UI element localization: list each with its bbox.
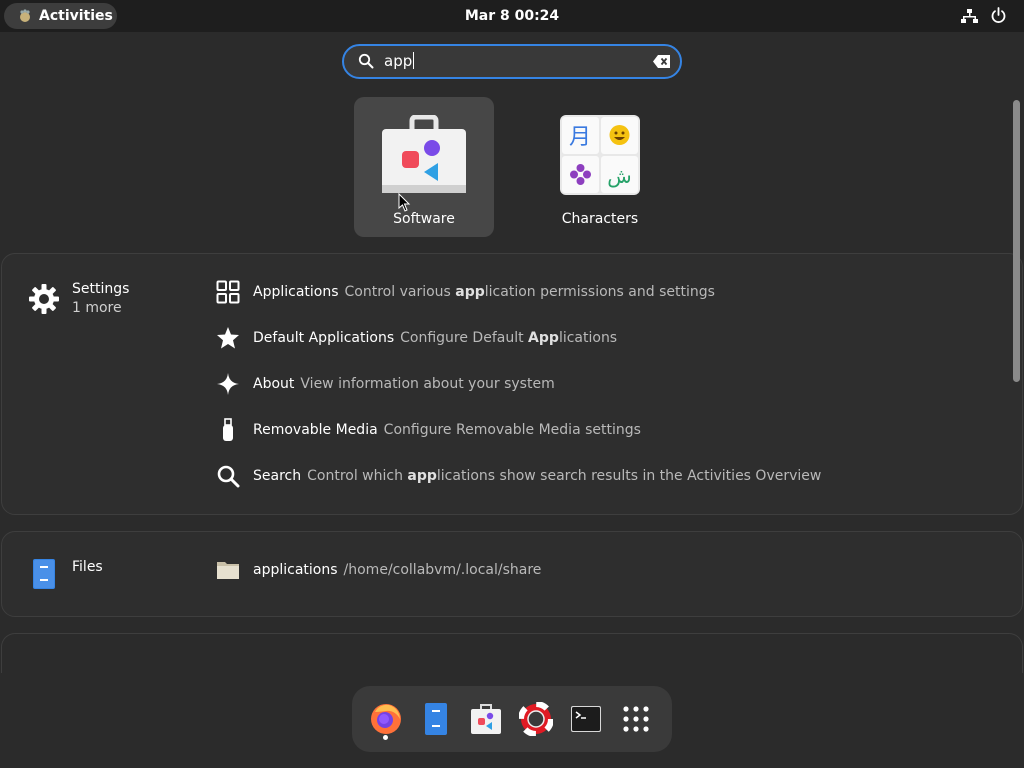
result-description: Control which applications show search r… bbox=[307, 468, 822, 484]
svg-text:月: 月 bbox=[569, 125, 591, 150]
search-input[interactable]: app bbox=[384, 52, 415, 70]
characters-icon: 月 ش bbox=[560, 115, 640, 195]
provider-more-count[interactable]: 1 more bbox=[72, 300, 122, 316]
clear-text-icon[interactable] bbox=[653, 54, 671, 69]
app-label: Characters bbox=[561, 211, 639, 227]
provider-name: Files bbox=[72, 559, 103, 575]
dash bbox=[352, 686, 672, 752]
result-default-applications[interactable]: Default Applications Configure Default A… bbox=[216, 325, 617, 351]
activities-label: Activities bbox=[39, 8, 113, 24]
results-scrollbar[interactable] bbox=[1013, 100, 1020, 382]
result-description: /home/collabvm/.local/share bbox=[343, 562, 542, 578]
sparkle-icon bbox=[217, 373, 239, 395]
result-title: Applications bbox=[253, 284, 339, 300]
result-title: Search bbox=[253, 468, 302, 484]
gnome-foot-icon bbox=[20, 9, 30, 22]
terminal-icon[interactable] bbox=[569, 702, 603, 736]
result-title: Removable Media bbox=[253, 422, 378, 438]
app-result-characters[interactable]: 月 ش Characters bbox=[530, 97, 670, 237]
mouse-pointer-icon bbox=[398, 193, 411, 212]
app-label: Software bbox=[393, 211, 455, 227]
search-entry[interactable]: app bbox=[342, 44, 682, 79]
search-icon bbox=[217, 465, 240, 488]
result-description: View information about your system bbox=[300, 376, 555, 392]
search-value: app bbox=[384, 52, 413, 70]
result-removable-media[interactable]: Removable Media Configure Removable Medi… bbox=[216, 417, 641, 443]
settings-results-panel: Settings 1 more Applications Control var… bbox=[1, 253, 1023, 515]
result-description: Configure Removable Media settings bbox=[383, 422, 641, 438]
result-title: About bbox=[253, 376, 295, 392]
settings-gear-icon[interactable] bbox=[28, 283, 60, 315]
files-icon[interactable] bbox=[28, 558, 60, 590]
software-icon[interactable] bbox=[469, 702, 503, 736]
result-description: Configure Default Applications bbox=[400, 330, 618, 346]
result-applications[interactable]: Applications Control various application… bbox=[216, 279, 715, 305]
help-icon[interactable] bbox=[519, 702, 553, 736]
running-indicator bbox=[383, 735, 388, 740]
top-bar: Activities Mar 8 00:24 bbox=[0, 0, 1024, 32]
text-caret bbox=[413, 52, 415, 69]
app-grid-icon[interactable] bbox=[619, 702, 653, 736]
network-wired-icon[interactable] bbox=[961, 8, 978, 25]
app-result-software[interactable]: Software bbox=[354, 97, 494, 237]
more-results-panel bbox=[1, 633, 1023, 673]
usb-drive-icon bbox=[223, 418, 233, 441]
star-icon bbox=[217, 327, 239, 349]
result-search[interactable]: Search Control which applications show s… bbox=[216, 463, 821, 489]
svg-text:ش: ش bbox=[607, 164, 631, 188]
firefox-icon[interactable] bbox=[369, 702, 403, 736]
files-results-panel: Files applications /home/collabvm/.local… bbox=[1, 531, 1023, 617]
result-about[interactable]: About View information about your system bbox=[216, 371, 555, 397]
search-icon bbox=[358, 53, 374, 69]
result-title: Default Applications bbox=[253, 330, 395, 346]
result-description: Control various application permissions … bbox=[344, 284, 715, 300]
software-icon bbox=[382, 115, 466, 193]
provider-name: Settings bbox=[72, 281, 130, 297]
result-applications-folder[interactable]: applications /home/collabvm/.local/share bbox=[216, 557, 541, 583]
activities-button[interactable]: Activities bbox=[4, 3, 117, 29]
result-title: applications bbox=[253, 562, 338, 578]
files-icon[interactable] bbox=[419, 702, 453, 736]
applications-grid-icon bbox=[216, 280, 240, 304]
clock[interactable]: Mar 8 00:24 bbox=[465, 8, 559, 24]
folder-icon bbox=[217, 562, 239, 579]
power-icon[interactable] bbox=[990, 7, 1007, 24]
